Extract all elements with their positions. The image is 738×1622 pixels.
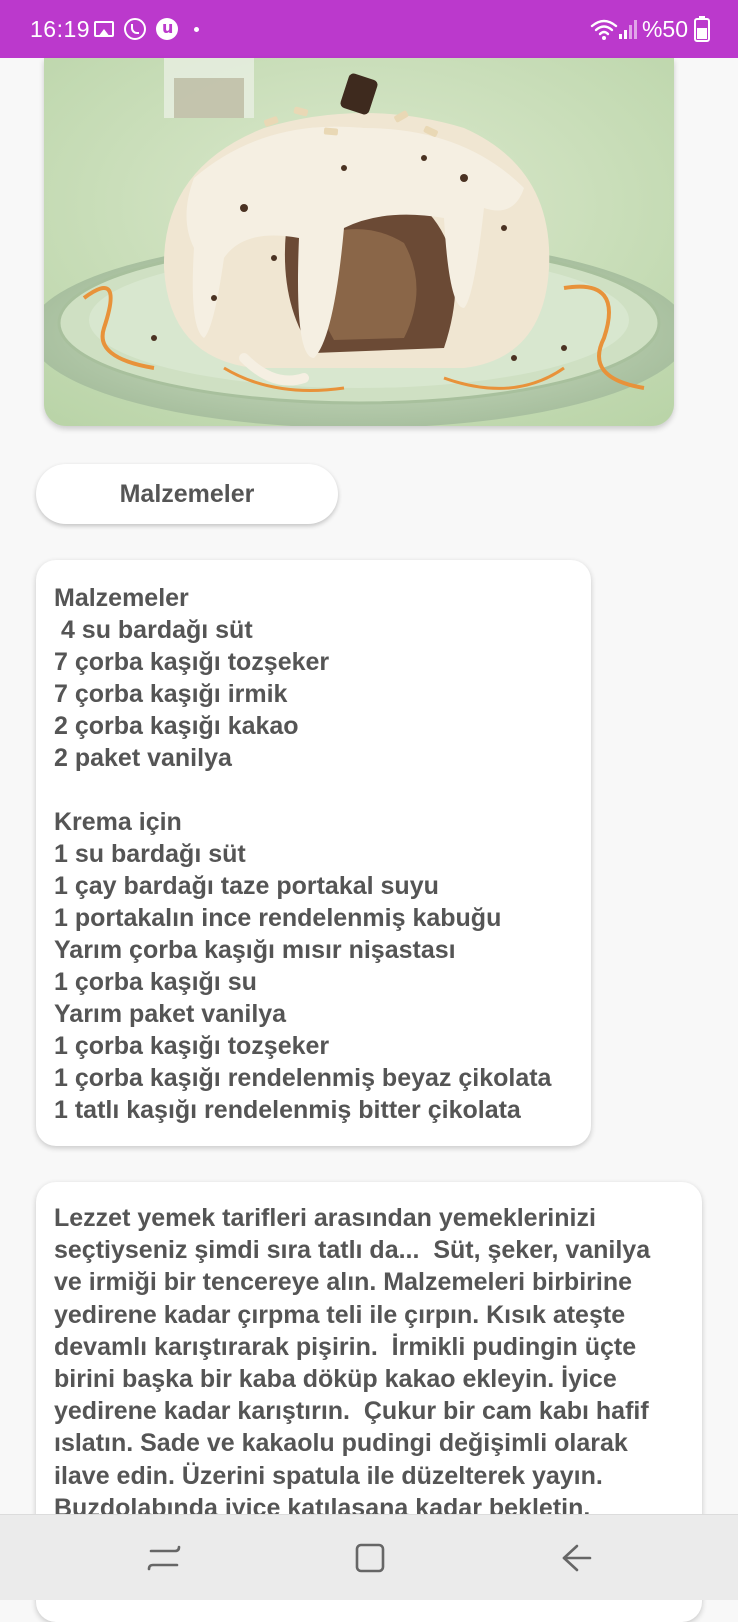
ingredient-line: Krema için (54, 808, 182, 836)
ingredient-line: 2 çorba kaşığı kakao (54, 712, 299, 740)
ingredient-line: 1 su bardağı süt (54, 840, 246, 868)
ingredient-line: 7 çorba kaşığı tozşeker (54, 648, 330, 676)
back-icon (559, 1543, 593, 1573)
instruction-line: seçtiyseniz şimdi sıra tatlı da... Süt, … (54, 1236, 651, 1265)
instruction-line: ıslatın. Sade ve kakaolu pudingi değişim… (54, 1429, 628, 1458)
battery-icon (694, 16, 710, 42)
recent-apps-icon (147, 1543, 181, 1573)
ingredient-line: 1 tatlı kaşığı rendelenmiş bitter çikola… (54, 1096, 521, 1124)
more-dot-icon (194, 26, 199, 32)
instruction-line: ilave edin. Üzerini spatula ile düzelter… (54, 1461, 603, 1490)
gallery-icon (94, 21, 114, 37)
battery-percentage: %50 (641, 16, 688, 42)
instruction-line: birini başka bir kaba döküp kakao ekleyi… (54, 1365, 617, 1394)
back-button[interactable] (516, 1515, 636, 1601)
ingredient-line: 1 çorba kaşığı su (54, 968, 257, 996)
status-bar: 16:19 %50 (0, 0, 738, 58)
system-icons: %50 (590, 14, 710, 44)
ingredient-line: Yarım çorba kaşığı mısır nişastası (54, 936, 456, 964)
ingredient-line: Yarım paket vanilya (54, 1000, 287, 1028)
instruction-line: devamlı karıştırarak pişirin. İrmikli pu… (54, 1332, 637, 1361)
ingredients-section-button[interactable]: Malzemeler (36, 464, 338, 524)
ingredient-line: 4 su bardağı süt (54, 616, 253, 644)
instruction-line: ve irmiği bir tencereye alın. Malzemeler… (54, 1268, 633, 1297)
recent-apps-button[interactable] (104, 1515, 224, 1601)
recipe-image (44, 58, 674, 426)
status-time: 16:19 (30, 16, 91, 42)
home-icon (354, 1542, 386, 1574)
navigation-bar (0, 1514, 738, 1600)
home-button[interactable] (310, 1515, 430, 1601)
app-notification-icon (156, 18, 178, 40)
instruction-line: Lezzet yemek tarifleri arasından yemekle… (54, 1204, 596, 1232)
ingredient-spacer (54, 774, 591, 806)
instruction-line: yedirene kadar karıştırın. Çukur bir cam… (54, 1397, 649, 1426)
signal-icon (618, 18, 638, 40)
ingredients-card: Malzemeler 4 su bardağı süt 7 çorba kaşı… (36, 560, 591, 1146)
ingredient-line: 1 çorba kaşığı tozşeker (54, 1032, 330, 1060)
ingredient-line: 1 çorba kaşığı rendelenmiş beyaz çikolat… (54, 1064, 552, 1092)
ingredient-line: Malzemeler (54, 584, 189, 612)
ingredient-line: 1 çay bardağı taze portakal suyu (54, 872, 439, 900)
wifi-icon (590, 18, 618, 40)
instruction-line: yedirene kadar çırpma teli ile çırpın. K… (54, 1300, 626, 1329)
notification-icons (94, 17, 209, 41)
ingredient-line: 1 portakalın ince rendelenmiş kabuğu (54, 904, 502, 932)
ingredient-line: 2 paket vanilya (54, 744, 232, 772)
ingredient-line: 7 çorba kaşığı irmik (54, 680, 288, 708)
whatsapp-icon (124, 18, 146, 40)
